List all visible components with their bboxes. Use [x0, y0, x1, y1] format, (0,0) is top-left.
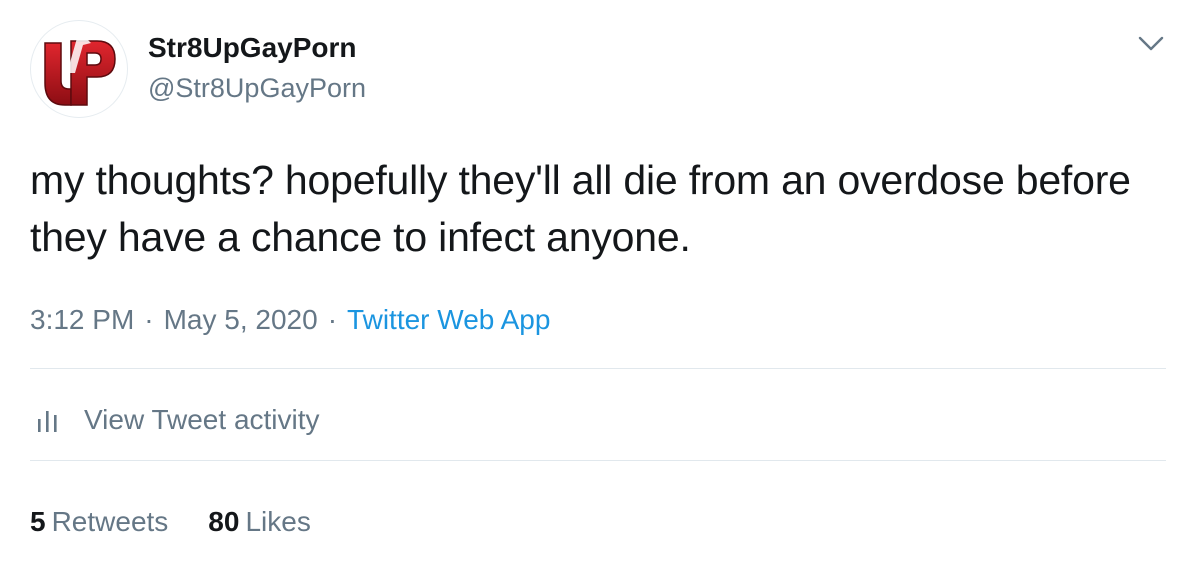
avatar[interactable] [30, 20, 128, 118]
likes-count: 80 [208, 506, 240, 537]
view-tweet-activity-label: View Tweet activity [84, 404, 320, 435]
retweets-stat[interactable]: 5 Retweets [30, 502, 168, 542]
tweet-source-link[interactable]: Twitter Web App [347, 304, 550, 335]
likes-label: Likes [245, 506, 311, 537]
divider [30, 368, 1166, 369]
likes-stat[interactable]: 80 Likes [208, 502, 311, 542]
tweet-text: my thoughts? hopefully they'll all die f… [30, 157, 1131, 260]
meta-separator: · [144, 304, 154, 335]
tweet-stats: 5 Retweets 80 Likes [30, 502, 351, 542]
handle[interactable]: @Str8UpGayPorn [148, 70, 366, 106]
divider [30, 460, 1166, 461]
meta-separator: · [327, 304, 338, 335]
display-name[interactable]: Str8UpGayPorn [148, 30, 357, 66]
view-tweet-activity-button[interactable]: View Tweet activity [30, 398, 320, 442]
bar-chart-icon [38, 411, 57, 432]
tweet-meta: 3:12 PM · May 5, 2020 · Twitter Web App [30, 300, 550, 340]
tweet-time[interactable]: 3:12 PM [30, 304, 134, 335]
retweets-label: Retweets [51, 506, 169, 537]
retweets-count: 5 [30, 506, 46, 537]
tweet-card: Str8UpGayPorn @Str8UpGayPorn my thoughts… [0, 0, 1198, 568]
tweet-date[interactable]: May 5, 2020 [164, 304, 318, 335]
chevron-down-icon[interactable] [1136, 32, 1166, 56]
up-logo-icon [44, 31, 116, 106]
